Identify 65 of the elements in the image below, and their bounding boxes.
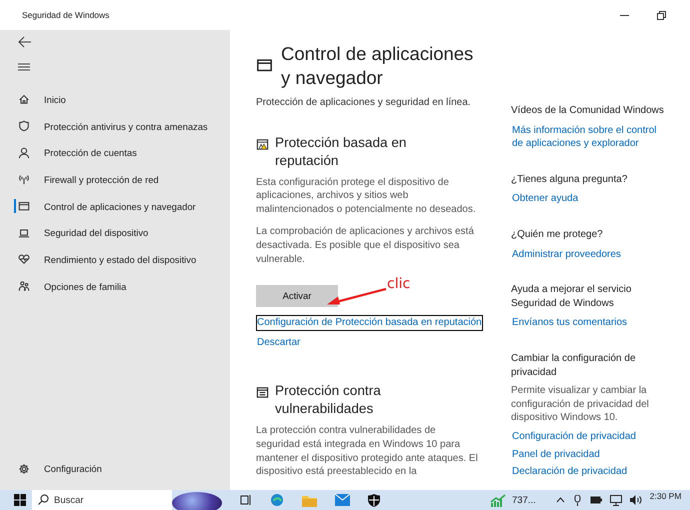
person-icon bbox=[18, 146, 30, 159]
section-link[interactable]: Descartar bbox=[256, 334, 302, 350]
start-icon[interactable] bbox=[14, 494, 26, 506]
back-arrow-icon[interactable] bbox=[18, 36, 32, 48]
sidebar-item[interactable]: Protección antivirus y contra amenazas bbox=[0, 112, 230, 140]
settings-item[interactable]: Configuración bbox=[0, 455, 230, 482]
help-link[interactable]: Configuración de privacidad bbox=[511, 428, 671, 444]
shield-icon[interactable] bbox=[368, 494, 380, 506]
window-title: Seguridad de Windows bbox=[22, 10, 110, 20]
sidebar-item[interactable]: Opciones de familia bbox=[0, 272, 230, 300]
caret-up-icon[interactable] bbox=[556, 497, 565, 503]
help-link[interactable]: Administrar proveedores bbox=[511, 246, 671, 262]
sidebar-item[interactable]: Control de aplicaciones y navegador bbox=[0, 192, 230, 220]
search-artwork bbox=[172, 492, 222, 510]
laptop-icon bbox=[18, 226, 30, 239]
search-icon bbox=[38, 494, 49, 505]
family-icon bbox=[18, 280, 30, 292]
section-link[interactable]: Configuración de Protección basada en reputación bbox=[256, 315, 483, 331]
sidebar-item[interactable]: Inicio bbox=[0, 86, 230, 113]
window-list-icon bbox=[256, 386, 269, 400]
section-text: Esta configuración protege el dispositivo de aplicaciones, archivos y sitios web malintencionados o potencialmente no deseados. bbox=[256, 176, 477, 216]
microphone-icon[interactable] bbox=[572, 494, 582, 506]
window-warning-icon bbox=[256, 138, 269, 151]
sidebar-item[interactable]: Rendimiento y estado del dispositivo bbox=[0, 246, 230, 273]
section-heading: Protección contra vulnerabilidades bbox=[275, 382, 382, 418]
home-icon bbox=[18, 93, 30, 106]
annotation-arrow bbox=[327, 288, 386, 304]
menu-icon[interactable] bbox=[18, 62, 30, 72]
section-heading: Protección basada en reputación bbox=[275, 134, 408, 170]
search-field[interactable]: Buscar bbox=[32, 490, 172, 510]
help-link[interactable]: Obtener ayuda bbox=[511, 191, 671, 207]
sidebar-item[interactable]: Protección de cuentas bbox=[0, 139, 230, 166]
sidebar-item[interactable]: Firewall y protección de red bbox=[0, 166, 230, 193]
activate-button[interactable]: Activar bbox=[256, 285, 338, 308]
page-title: Control de aplicaciones y navegador bbox=[281, 42, 474, 90]
section-text: La protección contra vulnerabilidades de seguridad está integrada en Windows 10 para mantener el dispositivo protegido ante ataques. El dispositivo está preestablecido en la bbox=[256, 424, 479, 479]
heart-icon bbox=[18, 253, 30, 266]
annotation-text: clic bbox=[387, 278, 410, 292]
browser-icon[interactable] bbox=[270, 493, 284, 507]
group-heading: Vídeos de la Comunidad Windows bbox=[511, 104, 665, 118]
group-text: Permite visualizar y cambiar la configuración de privacidad del dispositivo Windows 10. bbox=[511, 384, 650, 425]
sidebar-item[interactable]: Seguridad del dispositivo bbox=[0, 219, 230, 246]
help-link[interactable]: Declaración de privacidad bbox=[511, 464, 671, 480]
mail-icon[interactable] bbox=[335, 494, 350, 506]
network-icon[interactable] bbox=[610, 494, 622, 506]
window-icon bbox=[18, 200, 30, 212]
stock-widget-text[interactable]: 737... bbox=[512, 494, 536, 506]
shield-icon bbox=[18, 120, 30, 132]
help-link[interactable]: Panel de privacidad bbox=[511, 446, 671, 462]
group-heading: ¿Quién me protege? bbox=[511, 228, 604, 242]
page-subtitle: Protección de aplicaciones y seguridad en línea. bbox=[256, 96, 472, 110]
gear-icon bbox=[18, 462, 30, 475]
chart-trend-icon bbox=[490, 494, 506, 506]
task-view-icon[interactable] bbox=[240, 494, 252, 506]
help-link[interactable]: Envíanos tus comentarios bbox=[511, 315, 671, 331]
battery-icon[interactable] bbox=[590, 496, 602, 504]
section-text: La comprobación de aplicaciones y archivos está desactivada. Es posible que el dispositivo sea vulnerable. bbox=[256, 225, 475, 266]
group-heading: Ayuda a mejorar el servicio Seguridad de Windows bbox=[511, 283, 632, 310]
clock-time: 2:30 PM bbox=[650, 490, 682, 501]
restore-icon[interactable] bbox=[657, 10, 666, 20]
antenna-icon bbox=[18, 173, 30, 186]
speaker-icon[interactable] bbox=[630, 495, 642, 505]
help-link[interactable]: Más información sobre el control de aplicaciones y explorador bbox=[511, 122, 671, 152]
group-heading: ¿Tienes alguna pregunta? bbox=[511, 172, 628, 186]
group-heading: Cambiar la configuración de privacidad bbox=[511, 352, 637, 380]
